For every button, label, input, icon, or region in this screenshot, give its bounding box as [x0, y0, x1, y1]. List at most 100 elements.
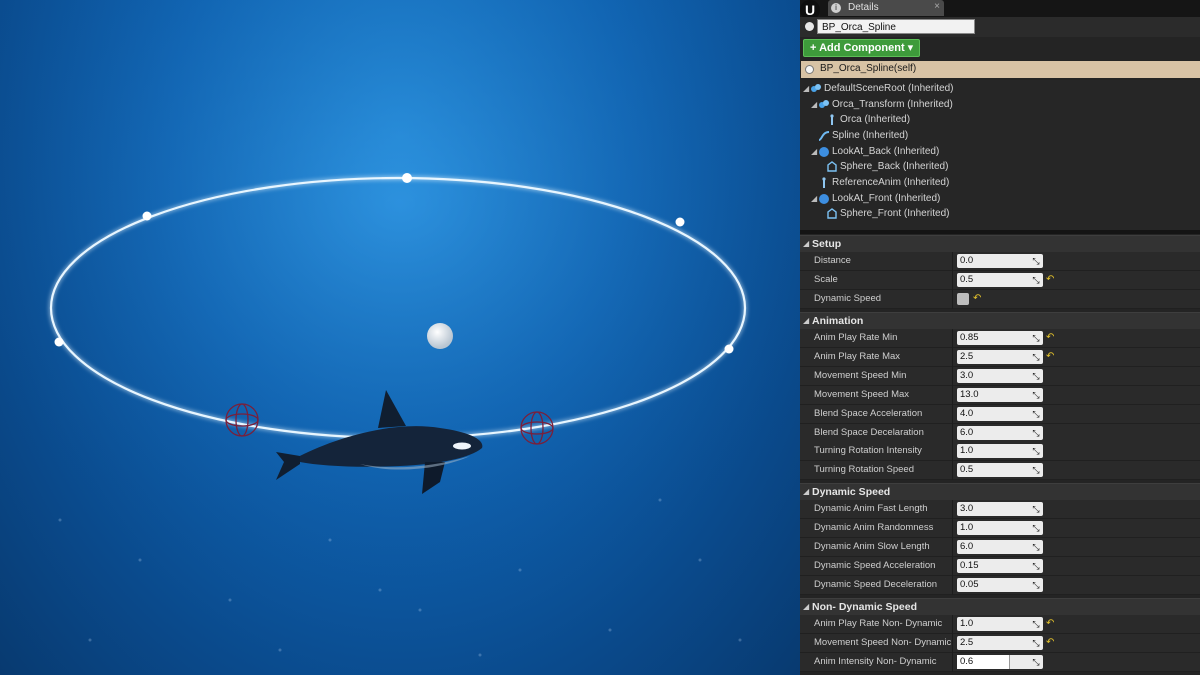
drag-handle-icon[interactable]: ⤡ [1031, 428, 1041, 438]
column-divider[interactable] [952, 556, 953, 576]
spline-point[interactable] [724, 344, 734, 354]
spline-point[interactable] [675, 217, 685, 227]
column-divider[interactable] [952, 385, 953, 405]
drag-handle-icon[interactable]: ⤡ [1031, 619, 1041, 629]
property-label: Anim Play Rate Max [814, 350, 901, 362]
drag-handle-icon[interactable]: ⤡ [1031, 333, 1041, 343]
reset-to-default-icon[interactable]: ↶ [1046, 637, 1054, 648]
drag-handle-icon[interactable]: ⤡ [1031, 561, 1041, 571]
close-icon[interactable]: × [934, 1, 940, 12]
column-divider[interactable] [952, 289, 953, 309]
actor-sphere[interactable] [427, 323, 453, 349]
sphere-icon [819, 147, 829, 157]
drag-handle-icon[interactable]: ⤡ [1031, 657, 1041, 667]
drag-handle-icon[interactable]: ⤡ [1031, 465, 1041, 475]
column-divider[interactable] [952, 347, 953, 367]
add-component-button[interactable]: + Add Component ▾ [803, 39, 920, 57]
drag-handle-icon[interactable]: ⤡ [1031, 371, 1041, 381]
property-value-field[interactable]: 1.0 ⤡ [957, 444, 1043, 459]
category-non-dynamic-speed[interactable]: ◢ Non- Dynamic Speed [800, 598, 1200, 615]
property-value-field[interactable]: 0.5 ⤡ [957, 272, 1043, 287]
column-divider[interactable] [952, 442, 953, 462]
component-self-row[interactable]: BP_Orca_Spline(self) [801, 61, 1200, 78]
drag-handle-icon[interactable]: ⤡ [1031, 390, 1041, 400]
property-row: Turning Rotation Intensity 1.0 ⤡ [800, 442, 1200, 462]
reset-to-default-icon[interactable]: ↶ [973, 293, 981, 304]
property-value-field[interactable]: 2.5 ⤡ [957, 349, 1043, 364]
property-value-field[interactable]: 13.0 ⤡ [957, 387, 1043, 402]
column-divider[interactable] [952, 270, 953, 290]
light-shafts [0, 0, 800, 675]
property-value-field[interactable]: 0.85 ⤡ [957, 331, 1043, 345]
dynamic-speed-checkbox[interactable] [957, 292, 969, 305]
level-viewport[interactable] [0, 0, 800, 675]
spline-point[interactable] [142, 211, 152, 221]
property-value-field[interactable]: 3.0 ⤡ [957, 502, 1043, 516]
property-value-field[interactable]: 2.5 ⤡ [957, 635, 1043, 650]
drag-handle-icon[interactable]: ⤡ [1031, 523, 1041, 533]
category-setup[interactable]: ◢ Setup [800, 235, 1200, 252]
property-row: Scale 0.5 ⤡ ↶ [800, 270, 1200, 290]
expand-arrow-icon[interactable]: ◢ [811, 147, 817, 156]
column-divider[interactable] [952, 423, 953, 443]
spline-point[interactable] [402, 173, 412, 183]
column-divider[interactable] [952, 252, 953, 271]
collapse-arrow-icon[interactable]: ◢ [803, 487, 809, 496]
actor-name-input[interactable]: BP_Orca_Spline [817, 19, 975, 34]
property-value: 2.5 [960, 350, 974, 362]
category-dynamic-speed[interactable]: ◢ Dynamic Speed [800, 483, 1200, 500]
category-label: Setup [812, 238, 842, 250]
drag-handle-icon[interactable]: ⤡ [1031, 409, 1041, 419]
drag-handle-icon[interactable]: ⤡ [1031, 352, 1041, 362]
property-value-field[interactable]: 1.0 ⤡ [957, 617, 1043, 631]
property-value-field[interactable]: 3.0 ⤡ [957, 368, 1043, 383]
column-divider[interactable] [952, 461, 953, 481]
property-value-field[interactable]: 4.0 ⤡ [957, 406, 1043, 421]
property-value-field[interactable]: 0.15 ⤡ [957, 558, 1043, 573]
drag-handle-icon[interactable]: ⤡ [1031, 580, 1041, 590]
collapse-arrow-icon[interactable]: ◢ [803, 239, 809, 248]
property-label: Dynamic Speed Acceleration [814, 559, 936, 571]
expand-arrow-icon[interactable]: ◢ [811, 100, 817, 109]
column-divider[interactable] [952, 329, 953, 348]
property-value-field[interactable]: 0.05 ⤡ [957, 577, 1043, 592]
column-divider[interactable] [952, 615, 953, 634]
drag-handle-icon[interactable]: ⤡ [1031, 275, 1041, 285]
panel-splitter[interactable] [800, 230, 1200, 234]
property-value-field[interactable]: 0.6 ⤡ [957, 654, 1043, 669]
property-value-field[interactable]: 6.0 ⤡ [957, 425, 1043, 440]
reset-to-default-icon[interactable]: ↶ [1046, 618, 1054, 629]
property-value-field[interactable]: 6.0 ⤡ [957, 539, 1043, 554]
property-value-field[interactable]: 1.0 ⤡ [957, 520, 1043, 535]
drag-handle-icon[interactable]: ⤡ [1031, 256, 1041, 266]
drag-handle-icon[interactable]: ⤡ [1031, 446, 1041, 456]
collapse-arrow-icon[interactable]: ◢ [803, 316, 809, 325]
column-divider[interactable] [952, 500, 953, 519]
column-divider[interactable] [952, 537, 953, 557]
scene-root-icon [811, 84, 821, 92]
property-value-field[interactable]: 0.5 ⤡ [957, 463, 1043, 478]
reset-to-default-icon[interactable]: ↶ [1046, 274, 1054, 285]
drag-handle-icon[interactable]: ⤡ [1031, 504, 1041, 514]
collapse-arrow-icon[interactable]: ◢ [803, 602, 809, 611]
property-value-field[interactable]: 0.0 ⤡ [957, 254, 1043, 268]
column-divider[interactable] [952, 366, 953, 386]
expand-arrow-icon[interactable]: ◢ [803, 84, 809, 93]
column-divider[interactable] [952, 633, 953, 653]
category-animation[interactable]: ◢ Animation [800, 312, 1200, 329]
property-label: Movement Speed Min [814, 369, 907, 381]
column-divider[interactable] [952, 575, 953, 595]
column-divider[interactable] [952, 518, 953, 538]
tab-details[interactable]: i Details × [828, 0, 944, 16]
property-row: Dynamic Speed Deceleration 0.05 ⤡ [800, 575, 1200, 595]
spline-point[interactable] [54, 337, 64, 347]
property-label: Dynamic Anim Fast Length [814, 503, 928, 514]
reset-to-default-icon[interactable]: ↶ [1046, 332, 1054, 343]
reset-to-default-icon[interactable]: ↶ [1046, 351, 1054, 362]
column-divider[interactable] [952, 652, 953, 672]
property-label: Turning Rotation Speed [814, 464, 914, 476]
drag-handle-icon[interactable]: ⤡ [1031, 542, 1041, 552]
expand-arrow-icon[interactable]: ◢ [811, 194, 817, 203]
drag-handle-icon[interactable]: ⤡ [1031, 638, 1041, 648]
column-divider[interactable] [952, 404, 953, 424]
